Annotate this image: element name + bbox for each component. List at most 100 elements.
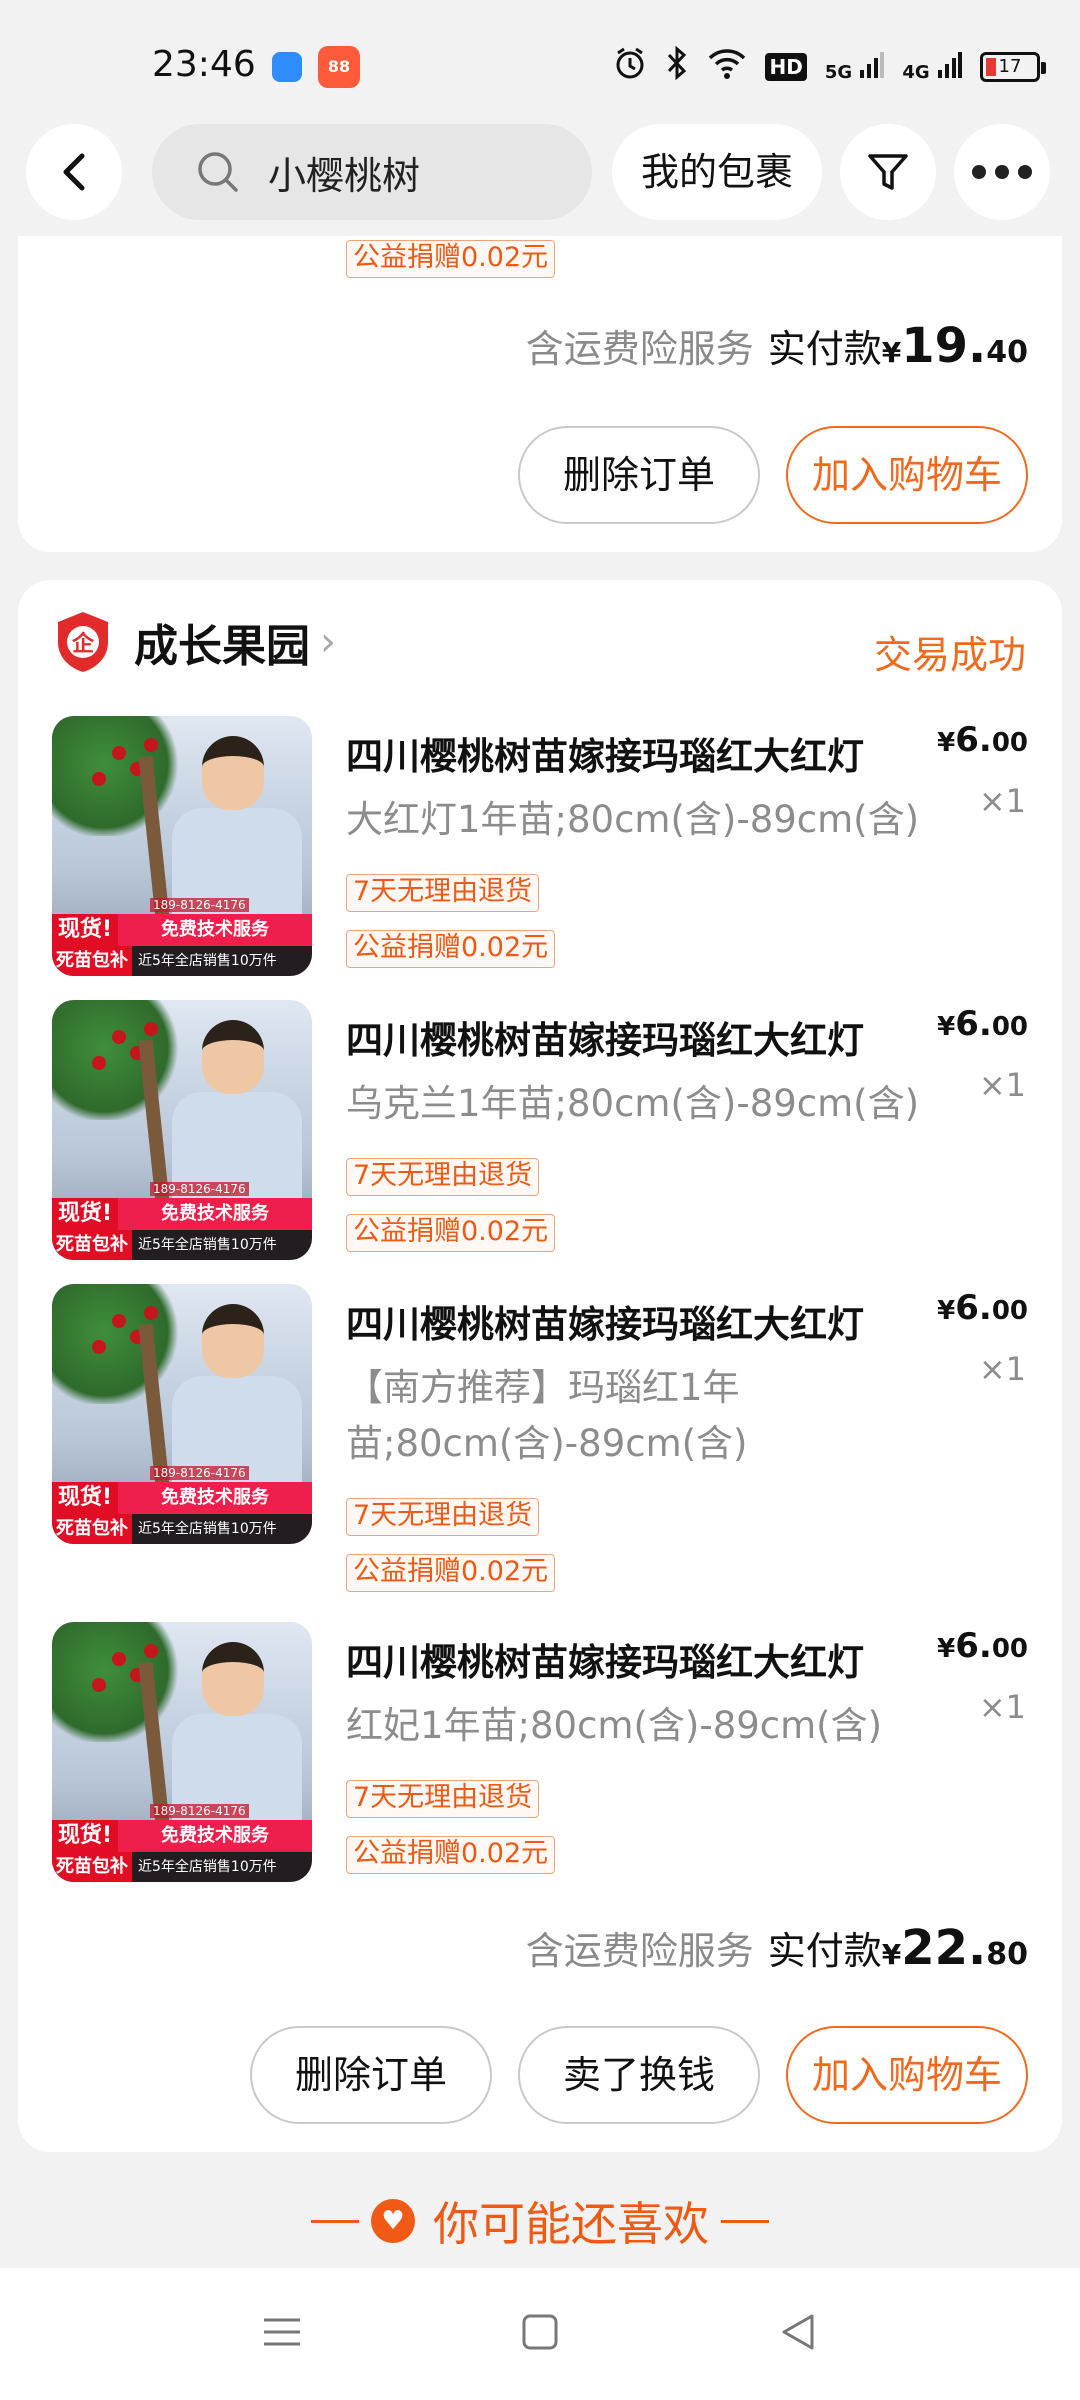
order-item[interactable]: 189-8126-4176 现货! 免费技术服务 死苗包补 近5年全店销售10万件 … [18,716,1062,976]
shop-badge-icon: 企 [58,612,108,672]
currency-symbol: ¥ [937,1634,956,1664]
item-sku: 大红灯1年苗;80cm(含)-89cm(含) [346,798,920,841]
order-item[interactable]: 189-8126-4176 现货! 免费技术服务 死苗包补 近5年全店销售10万件 … [18,1284,1062,1594]
back-nav-icon[interactable] [778,2312,818,2362]
shop-name: 成长果园 [134,621,310,672]
product-thumbnail[interactable]: 189-8126-4176 现货! 免费技术服务 死苗包补 近5年全店销售10万件 [52,1622,312,1882]
more-dots-icon [972,165,1032,179]
total-amount-dec: 40 [986,335,1028,370]
order-card-1: 公益捐赠0.02元 含运费险服务 实付款 ¥ 19. 40 删除订单 加入购物车 [18,236,1062,552]
currency-symbol: ¥ [937,1296,956,1326]
alarm-icon [613,46,647,88]
battery-icon: 17 [980,52,1046,82]
thumb-badge: 现货! [52,914,119,946]
item-price: ¥6.00 [937,1004,1028,1044]
my-parcels-button[interactable]: 我的包裹 [612,124,822,220]
item-price: ¥6.00 [937,1288,1028,1328]
item-title: 四川樱桃树苗嫁接玛瑙红大红灯 [346,1019,864,1062]
currency-symbol: ¥ [937,728,956,758]
thumb-badge: 现货! [52,1198,119,1230]
donate-tag: 公益捐赠0.02元 [346,1554,556,1592]
resell-button[interactable]: 卖了换钱 [518,2026,760,2124]
thumb-badge: 死苗包补 [52,1230,132,1260]
price-dec: 00 [991,728,1028,758]
heart-icon: ♥ [371,2199,415,2243]
search-box[interactable]: 小樱桃树 [152,124,592,220]
notification-app-icon-2: 88 [318,46,360,88]
add-to-cart-button[interactable]: 加入购物车 [786,2026,1028,2124]
thumb-badge: 免费技术服务 [118,1820,312,1852]
return-policy-tag: 7天无理由退货 [346,1780,540,1818]
item-sku: 乌克兰1年苗;80cm(含)-89cm(含) [346,1082,920,1125]
wifi-icon [707,46,747,88]
decor-line-right [721,2219,769,2223]
delete-order-button[interactable]: 删除订单 [250,2026,492,2124]
thumb-badge: 死苗包补 [52,946,132,976]
home-icon[interactable] [520,2312,560,2362]
menu-icon[interactable] [262,2312,302,2362]
delete-order-button[interactable]: 删除订单 [518,426,760,524]
order-total: 含运费险服务 实付款 ¥ 22. 80 [526,1920,1028,1976]
search-query: 小樱桃树 [268,153,421,198]
order-item[interactable]: 189-8126-4176 现货! 免费技术服务 死苗包补 近5年全店销售10万件 … [18,1000,1062,1260]
item-title: 四川樱桃树苗嫁接玛瑙红大红灯 [346,1303,864,1346]
insurance-note: 含运费险服务 [525,327,754,371]
total-label: 实付款 [767,327,882,371]
filter-button[interactable] [840,124,936,220]
insurance-note: 含运费险服务 [525,1929,754,1973]
total-amount-dec: 80 [986,1937,1028,1972]
signal-5g-icon: 5G [825,51,885,83]
decor-line-left [311,2219,359,2223]
thumb-badge: 现货! [52,1482,119,1514]
hd-icon: HD [765,53,807,81]
item-sku: 【南方推荐】玛瑙红1年苗;80cm(含)-89cm(含) [346,1366,748,1465]
top-nav: 小樱桃树 我的包裹 [0,110,1080,240]
recommend-header: ♥ 你可能还喜欢 [0,2176,1080,2266]
back-arrow-icon [63,153,85,191]
system-nav-bar [0,2268,1080,2400]
status-time: 23:46 [152,44,256,85]
price-int: 6. [955,720,992,760]
back-button[interactable] [26,124,122,220]
price-int: 6. [955,1004,992,1044]
thumb-badge: 免费技术服务 [118,1198,312,1230]
product-thumbnail[interactable]: 189-8126-4176 现货! 免费技术服务 死苗包补 近5年全店销售10万件 [52,1284,312,1544]
item-price: ¥6.00 [937,720,1028,760]
thumb-phone: 189-8126-4176 [150,1804,249,1818]
thumb-badge: 近5年全店销售10万件 [138,1859,277,1875]
item-price: ¥6.00 [937,1626,1028,1666]
thumb-badge: 死苗包补 [52,1514,132,1544]
price-int: 6. [955,1626,992,1666]
shop-header[interactable]: 企 成长果园 › [54,610,336,674]
total-amount-int: 22. [901,1920,987,1976]
donate-tag: 公益捐赠0.02元 [346,930,556,968]
return-policy-tag: 7天无理由退货 [346,1158,540,1196]
item-sku: 红妃1年苗;80cm(含)-89cm(含) [346,1704,883,1747]
network-4g-label: 4G [902,61,930,83]
order-item[interactable]: 189-8126-4176 现货! 免费技术服务 死苗包补 近5年全店销售10万件 … [18,1622,1062,1882]
item-quantity: ×1 [978,1350,1026,1388]
order-total: 含运费险服务 实付款 ¥ 19. 40 [526,318,1028,374]
more-button[interactable] [954,124,1050,220]
signal-4g-icon: 4G [902,51,962,83]
order-status: 交易成功 [873,633,1026,677]
add-to-cart-button[interactable]: 加入购物车 [786,426,1028,524]
item-title: 四川樱桃树苗嫁接玛瑙红大红灯 [346,735,864,778]
thumb-badge: 近5年全店销售10万件 [138,1521,277,1537]
thumb-badge: 免费技术服务 [118,914,312,946]
thumb-badge: 现货! [52,1820,119,1852]
thumb-badge: 近5年全店销售10万件 [138,953,277,969]
status-bar: 23:46 88 HD 5G 4G 17 [0,0,1080,110]
thumb-phone: 189-8126-4176 [150,898,249,912]
product-thumbnail[interactable]: 189-8126-4176 现货! 免费技术服务 死苗包补 近5年全店销售10万件 [52,716,312,976]
item-quantity: ×1 [978,1066,1026,1104]
thumb-phone: 189-8126-4176 [150,1182,249,1196]
thumb-badge: 近5年全店销售10万件 [138,1237,277,1253]
product-thumbnail[interactable]: 189-8126-4176 现货! 免费技术服务 死苗包补 近5年全店销售10万件 [52,1000,312,1260]
item-quantity: ×1 [978,1688,1026,1726]
currency-symbol: ¥ [881,1938,902,1971]
search-icon [198,152,238,192]
return-policy-tag: 7天无理由退货 [346,1498,540,1536]
recommend-label: 你可能还喜欢 [433,2197,709,2251]
donate-tag: 公益捐赠0.02元 [346,1214,556,1252]
